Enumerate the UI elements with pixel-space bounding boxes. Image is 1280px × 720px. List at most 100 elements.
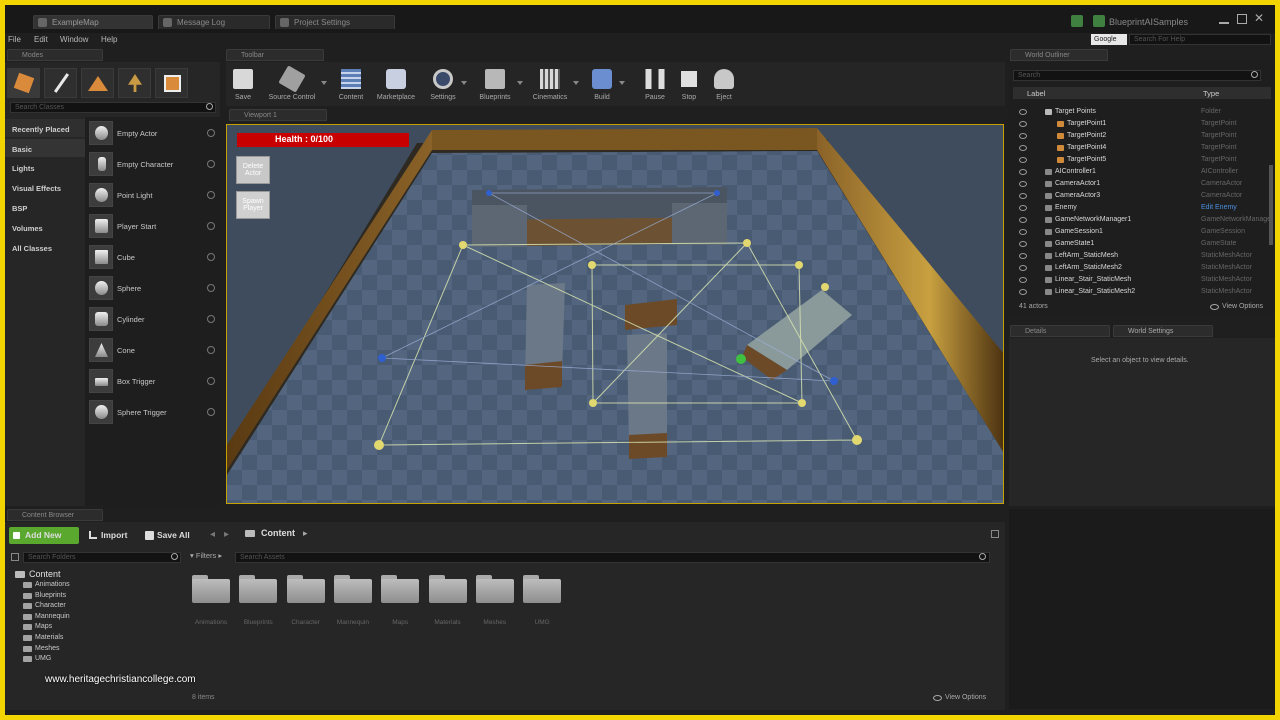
pause-button[interactable]: Pause [641, 69, 669, 103]
eye-icon[interactable] [1019, 265, 1027, 271]
place-sphere[interactable]: Sphere [89, 276, 217, 302]
asset-folder[interactable] [428, 575, 468, 603]
outliner-scrollbar[interactable] [1269, 165, 1273, 245]
eject-button[interactable]: Eject [709, 69, 739, 103]
menu-window[interactable]: Window [60, 35, 88, 44]
marketplace-button[interactable]: Marketplace [373, 69, 419, 103]
info-icon[interactable] [207, 191, 215, 199]
eye-icon[interactable] [1019, 193, 1027, 199]
forward-icon[interactable]: ▸ [224, 529, 229, 540]
mode-paint[interactable] [44, 68, 77, 98]
world-outliner-tab[interactable]: World Outliner [1010, 49, 1108, 61]
settings-button[interactable]: Settings [425, 69, 467, 103]
content-view-options[interactable]: View Options [945, 694, 986, 701]
info-icon[interactable] [207, 253, 215, 261]
build-button[interactable]: Build [585, 69, 625, 103]
place-box-trigger[interactable]: Box Trigger [89, 369, 217, 395]
place-cube[interactable]: Cube [89, 245, 217, 271]
tab-message-log[interactable]: Message Log [158, 15, 270, 29]
tree-toggle-icon[interactable] [11, 553, 19, 561]
col-type[interactable]: Type [1203, 89, 1219, 98]
delete-actor-button[interactable]: Delete Actor [236, 156, 270, 184]
place-empty-character[interactable]: Empty Character [89, 152, 217, 178]
tree-folder[interactable]: Animations [23, 581, 70, 588]
mode-geometry[interactable] [155, 68, 188, 98]
details-tab[interactable]: Details [1010, 325, 1110, 337]
eye-icon[interactable] [1019, 253, 1027, 259]
category-recently-placed[interactable]: Recently Placed [12, 125, 70, 134]
outliner-row[interactable]: GameSession1 GameSession [1015, 226, 1270, 238]
outliner-row[interactable]: GameState1 GameState [1015, 238, 1270, 250]
asset-folder[interactable] [333, 575, 373, 603]
search-assets-input[interactable]: Search Assets [235, 552, 990, 563]
outliner-row[interactable]: Linear_Stair_StaticMesh StaticMeshActor [1015, 274, 1270, 286]
blueprints-button[interactable]: Blueprints [473, 69, 523, 103]
eye-icon[interactable] [1019, 121, 1027, 127]
outliner-row[interactable]: AIController1 AIController [1015, 166, 1270, 178]
mode-place[interactable] [7, 68, 40, 98]
info-icon[interactable] [207, 408, 215, 416]
category-all-classes[interactable]: All Classes [12, 244, 52, 253]
outliner-row[interactable]: Target Points Folder [1015, 106, 1270, 118]
eye-icon[interactable] [1019, 289, 1027, 295]
tree-folder[interactable]: Maps [23, 623, 52, 631]
info-icon[interactable] [207, 377, 215, 385]
tree-root-content[interactable]: Content [29, 569, 61, 579]
content-browser-tab[interactable]: Content Browser [7, 509, 103, 521]
eye-icon[interactable] [1019, 133, 1027, 139]
place-player-start[interactable]: Player Start [89, 214, 217, 240]
search-folders-input[interactable]: Search Folders [23, 552, 181, 563]
level-viewport[interactable]: Health : 0/100 Delete Actor Spawn Player [226, 124, 1004, 504]
outliner-row[interactable]: LeftArm_StaticMesh2 StaticMeshActor [1015, 262, 1270, 274]
search-engine-select[interactable]: Google [1091, 34, 1127, 45]
eye-icon[interactable] [1019, 157, 1027, 163]
outliner-row[interactable]: GameNetworkManager1 GameNetworkManage [1015, 214, 1271, 226]
lock-icon[interactable] [991, 530, 999, 538]
eye-icon[interactable] [1019, 109, 1027, 115]
modes-tab[interactable]: Modes [7, 49, 103, 61]
tree-folder[interactable]: Blueprints [23, 592, 66, 599]
info-icon[interactable] [207, 129, 215, 137]
place-sphere-trigger[interactable]: Sphere Trigger [89, 400, 217, 426]
mode-landscape[interactable] [81, 68, 114, 98]
asset-folder[interactable] [286, 575, 326, 603]
category-volumes[interactable]: Volumes [12, 224, 43, 233]
asset-folder[interactable] [191, 575, 231, 603]
asset-folder[interactable] [475, 575, 515, 603]
info-icon[interactable] [207, 222, 215, 230]
category-bsp[interactable]: BSP [12, 204, 27, 213]
asset-folder[interactable] [380, 575, 420, 603]
mode-foliage[interactable] [118, 68, 151, 98]
search-classes-input[interactable]: Search Classes [10, 102, 216, 113]
path-content[interactable]: Content [261, 528, 295, 538]
category-basic[interactable]: Basic [12, 145, 32, 154]
cinematics-button[interactable]: Cinematics [527, 69, 579, 103]
eye-icon[interactable] [1019, 169, 1027, 175]
outliner-row[interactable]: Enemy Edit Enemy [1015, 202, 1270, 214]
category-visual-effects[interactable]: Visual Effects [12, 184, 61, 193]
menu-file[interactable]: File [8, 35, 21, 44]
eye-icon[interactable] [1019, 181, 1027, 187]
place-empty-actor[interactable]: Empty Actor [89, 121, 217, 147]
eye-icon[interactable] [1019, 229, 1027, 235]
outliner-row[interactable]: Linear_Stair_StaticMesh2 StaticMeshActor [1015, 286, 1270, 298]
eye-icon[interactable] [1019, 241, 1027, 247]
eye-icon[interactable] [1019, 217, 1027, 223]
info-icon[interactable] [207, 160, 215, 168]
outliner-row[interactable]: TargetPoint1 TargetPoint [1015, 118, 1270, 130]
save-button[interactable]: Save [229, 69, 257, 103]
info-icon[interactable] [207, 284, 215, 292]
filters-button[interactable]: ▾ Filters ▸ [190, 551, 222, 560]
outliner-search-input[interactable]: Search [1013, 70, 1261, 81]
tree-folder[interactable]: Character [23, 602, 66, 610]
tree-folder[interactable]: UMG [23, 655, 51, 663]
asset-folder[interactable] [522, 575, 562, 603]
asset-folder[interactable] [238, 575, 278, 603]
category-lights[interactable]: Lights [12, 164, 35, 173]
outliner-row[interactable]: TargetPoint5 TargetPoint [1015, 154, 1270, 166]
toolbar-tab[interactable]: Toolbar [226, 49, 324, 61]
place-cone[interactable]: Cone [89, 338, 217, 364]
spawn-player-button[interactable]: Spawn Player [236, 191, 270, 219]
eye-icon[interactable] [1019, 205, 1027, 211]
maximize-icon[interactable] [1237, 14, 1247, 24]
